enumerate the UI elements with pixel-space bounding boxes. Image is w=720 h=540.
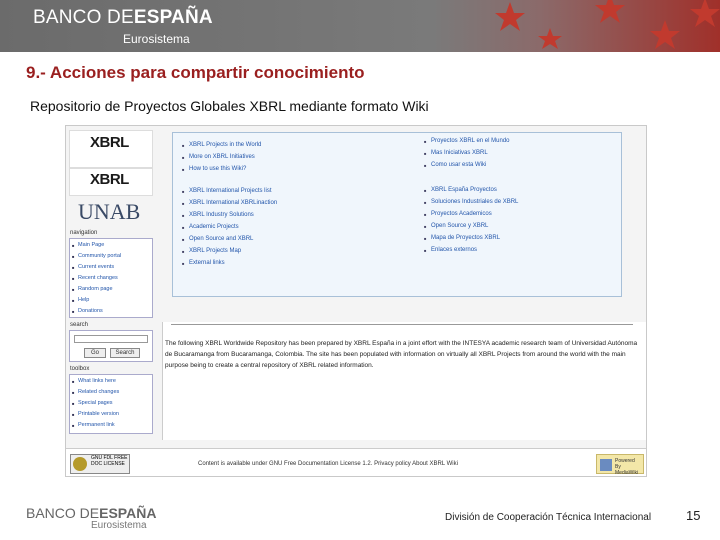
tool-related-changes[interactable]: Related changes bbox=[72, 389, 119, 395]
nav-main-page[interactable]: Main Page bbox=[72, 242, 104, 248]
toolbox-heading: toolbox bbox=[70, 366, 90, 372]
link-open-source[interactable]: Open Source and XBRL bbox=[182, 236, 253, 242]
wiki-screenshot: XBRL XBRL UNAB navigation Main Page Comm… bbox=[65, 125, 647, 477]
tool-permanent-link[interactable]: Permanent link bbox=[72, 422, 115, 428]
link-international-projects[interactable]: XBRL International Projects list bbox=[182, 188, 272, 194]
link-open-source-es[interactable]: Open Source y XBRL bbox=[424, 223, 488, 229]
footer-eurosistema: Eurosistema bbox=[91, 520, 147, 531]
wiki-search-input[interactable] bbox=[74, 335, 148, 343]
link-mapa-proyectos[interactable]: Mapa de Proyectos XBRL bbox=[424, 235, 500, 241]
xbrl-logo-box-1: XBRL bbox=[69, 130, 153, 168]
xbrl-logo-1: XBRL bbox=[90, 134, 129, 151]
header-band: BANCO DEESPAÑA Eurosistema bbox=[0, 0, 720, 52]
tool-printable-version[interactable]: Printable version bbox=[72, 411, 119, 417]
toolbox-portlet: What links here Related changes Special … bbox=[69, 374, 153, 434]
link-como-usar[interactable]: Como usar esta Wiki bbox=[424, 162, 486, 168]
link-academic-projects[interactable]: Academic Projects bbox=[182, 224, 239, 230]
footer-logo: BANCO DEESPAÑA bbox=[26, 505, 156, 521]
nav-help[interactable]: Help bbox=[72, 297, 89, 303]
link-soluciones-industriales[interactable]: Soluciones Industriales de XBRL bbox=[424, 199, 518, 205]
link-projects-in-world[interactable]: XBRL Projects in the World bbox=[182, 142, 261, 148]
division-label: División de Cooperación Técnica Internac… bbox=[445, 512, 652, 523]
link-projects-map[interactable]: XBRL Projects Map bbox=[182, 248, 241, 254]
search-portlet: Go Search bbox=[69, 330, 153, 362]
mediawiki-badge[interactable]: Powered By MediaWiki bbox=[596, 454, 644, 476]
intro-paragraph: The following XBRL Worldwide Repository … bbox=[165, 340, 638, 369]
logo-light-text: BANCO DE bbox=[33, 7, 134, 28]
link-espana-proyectos[interactable]: XBRL España Proyectos bbox=[424, 187, 497, 193]
wiki-sidebar: XBRL XBRL UNAB navigation Main Page Comm… bbox=[66, 126, 158, 436]
logo-bold-text: ESPAÑA bbox=[133, 7, 213, 28]
gnu-fdl-badge[interactable]: GNU FDL FREE DOC LICENSE bbox=[70, 454, 130, 474]
link-more-initiatives[interactable]: More on XBRL Initiatives bbox=[182, 154, 255, 160]
nav-random-page[interactable]: Random page bbox=[72, 286, 112, 292]
search-button[interactable]: Search bbox=[110, 348, 140, 358]
page-number: 15 bbox=[686, 508, 701, 523]
link-proyectos-mundo[interactable]: Proyectos XBRL en el Mundo bbox=[424, 138, 509, 144]
footer-logo-light: BANCO DE bbox=[26, 505, 100, 521]
xbrl-logo-2: XBRL bbox=[90, 171, 129, 188]
eu-stars-icon bbox=[495, 0, 720, 49]
search-heading: search bbox=[70, 322, 89, 328]
link-how-to-use[interactable]: How to use this Wiki? bbox=[182, 166, 246, 172]
xbrl-logo-box-2: XBRL bbox=[69, 168, 153, 196]
mediawiki-text: Powered By MediaWiki bbox=[615, 458, 639, 476]
unab-logo: UNAB bbox=[78, 199, 141, 224]
mediawiki-icon bbox=[600, 459, 612, 471]
projects-index-box: XBRL Projects in the World More on XBRL … bbox=[172, 132, 622, 297]
slide: BANCO DEESPAÑA Eurosistema 9.- Acciones … bbox=[0, 0, 720, 540]
link-external-links[interactable]: External links bbox=[182, 260, 225, 266]
link-xbrlinaction[interactable]: XBRL International XBRLinaction bbox=[182, 200, 277, 206]
slide-subtitle: Repositorio de Proyectos Globales XBRL m… bbox=[30, 98, 429, 114]
link-industry-solutions[interactable]: XBRL Industry Solutions bbox=[182, 212, 254, 218]
nav-recent-changes[interactable]: Recent changes bbox=[72, 275, 118, 281]
content-divider bbox=[171, 324, 633, 325]
wiki-content-area: The following XBRL Worldwide Repository … bbox=[162, 322, 646, 440]
navigation-heading: navigation bbox=[70, 230, 98, 236]
link-proyectos-academicos[interactable]: Proyectos Academicos bbox=[424, 211, 492, 217]
footer-links[interactable]: Content is available under GNU Free Docu… bbox=[198, 461, 458, 467]
navigation-portlet: Main Page Community portal Current event… bbox=[69, 238, 153, 318]
link-mas-iniciativas[interactable]: Mas Iniciativas XBRL bbox=[424, 150, 488, 156]
gnu-icon bbox=[73, 457, 87, 471]
tool-what-links-here[interactable]: What links here bbox=[72, 378, 116, 384]
link-enlaces-externos[interactable]: Enlaces externos bbox=[424, 247, 477, 253]
tool-special-pages[interactable]: Special pages bbox=[72, 400, 112, 406]
nav-current-events[interactable]: Current events bbox=[72, 264, 114, 270]
eurosistema-label: Eurosistema bbox=[123, 32, 190, 46]
footer-logo-bold: ESPAÑA bbox=[99, 505, 157, 521]
wiki-footer: GNU FDL FREE DOC LICENSE Content is avai… bbox=[66, 448, 646, 476]
banco-de-espana-logo: BANCO DEESPAÑA bbox=[33, 7, 213, 29]
gnu-fdl-text: GNU FDL FREE DOC LICENSE bbox=[91, 455, 128, 467]
nav-community-portal[interactable]: Community portal bbox=[72, 253, 121, 259]
go-button[interactable]: Go bbox=[84, 348, 106, 358]
nav-donations[interactable]: Donations bbox=[72, 308, 103, 314]
slide-title: 9.- Acciones para compartir conocimiento bbox=[26, 63, 365, 82]
